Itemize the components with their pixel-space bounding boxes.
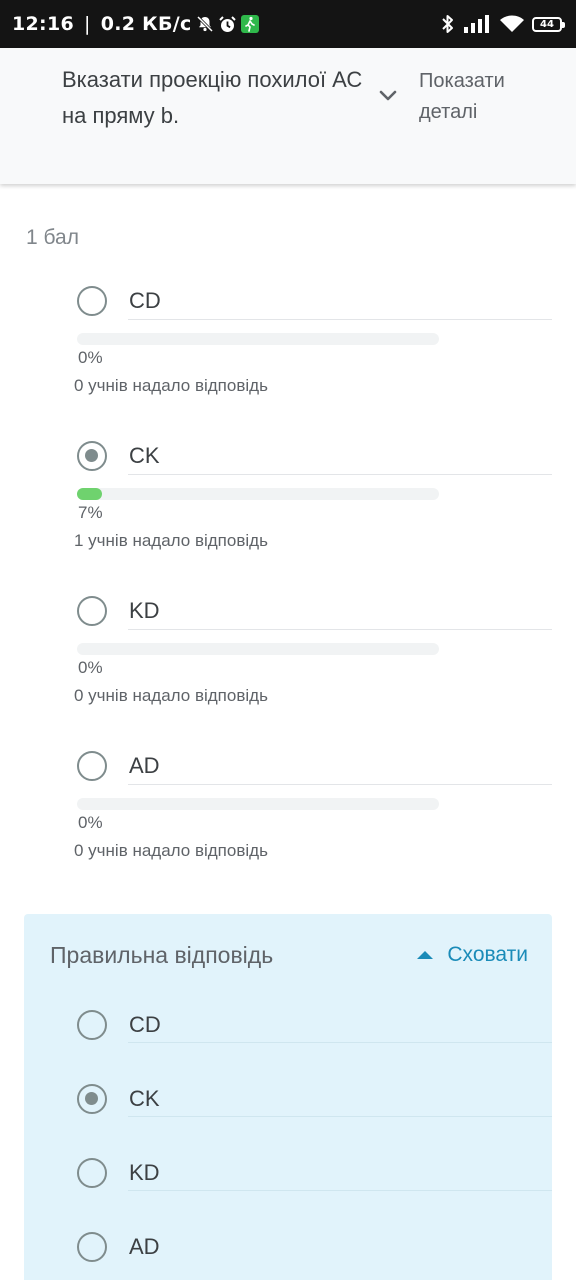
percent-text: 0%: [78, 813, 103, 832]
option-label: CD: [129, 288, 161, 313]
correct-answer-panel: Правильна відповідь Сховати CD CK KD AD: [24, 914, 552, 1280]
option-divider: [128, 1042, 552, 1043]
radio-button: [77, 596, 107, 626]
option-label: KD: [129, 1160, 160, 1185]
signal-icon: [464, 15, 492, 33]
network-speed: 0.2 КБ/с: [100, 13, 192, 35]
option-result-kd: KD 0% 0 учнів надало відповідь: [0, 594, 576, 744]
answer-option-ck: CK: [24, 1064, 552, 1138]
show-details-button[interactable]: Показати деталі: [419, 66, 549, 128]
option-divider: [128, 474, 552, 475]
radio-button: [77, 1158, 107, 1188]
points-label: 1 бал: [26, 226, 79, 249]
radio-button: [77, 751, 107, 781]
option-label: CD: [129, 1012, 161, 1037]
wifi-icon: [500, 15, 524, 33]
option-divider: [128, 1116, 552, 1117]
option-label: CK: [129, 443, 160, 468]
bluetooth-icon: [440, 14, 456, 34]
question-header: Вказати проекцію похилої АС на пряму b. …: [0, 48, 576, 184]
option-label: AD: [129, 753, 160, 778]
status-time: 12:16: [12, 13, 74, 35]
response-count: 0 учнів надало відповідь: [74, 841, 268, 860]
percent-text: 0%: [78, 658, 103, 677]
response-count: 0 учнів надало відповідь: [74, 686, 268, 705]
progress-bar: [77, 643, 439, 655]
hide-label: Сховати: [447, 943, 528, 966]
battery-icon: 44: [532, 16, 565, 32]
caret-up-icon: [417, 951, 434, 959]
radio-button: [77, 1232, 107, 1262]
option-result-cd: CD 0% 0 учнів надало відповідь: [0, 284, 576, 434]
answer-option-cd: CD: [24, 990, 552, 1064]
status-bar: 12:16 | 0.2 КБ/с 44: [0, 0, 576, 48]
radio-button: [77, 286, 107, 316]
option-result-ad: AD 0% 0 учнів надало відповідь: [0, 749, 576, 899]
radio-button: [77, 1010, 107, 1040]
question-title: Вказати проекцію похилої АС на пряму b.: [62, 67, 363, 128]
status-separator: |: [83, 13, 91, 35]
answer-option-kd: KD: [24, 1138, 552, 1212]
hide-button[interactable]: Сховати: [417, 943, 528, 967]
option-label: CK: [129, 1086, 160, 1111]
response-count: 1 учнів надало відповідь: [74, 531, 268, 550]
percent-text: 7%: [78, 503, 103, 522]
option-divider: [128, 1190, 552, 1191]
correct-answer-title: Правильна відповідь: [50, 942, 274, 968]
progress-fill: [77, 488, 102, 500]
battery-level: 44: [540, 18, 554, 30]
option-label: KD: [129, 598, 160, 623]
progress-bar: [77, 333, 439, 345]
option-divider: [128, 319, 552, 320]
answer-option-ad: AD: [24, 1212, 552, 1286]
option-label: AD: [129, 1234, 160, 1259]
option-result-ck: CK 7% 1 учнів надало відповідь: [0, 439, 576, 589]
radio-button-selected: [77, 1084, 107, 1114]
alarm-icon: [218, 15, 237, 34]
radio-button-selected: [77, 441, 107, 471]
option-divider: [128, 629, 552, 630]
progress-bar: [77, 798, 439, 810]
activity-walk-icon: [240, 15, 259, 33]
chevron-down-icon[interactable]: [376, 84, 400, 108]
option-divider: [128, 784, 552, 785]
progress-bar: [77, 488, 439, 500]
percent-text: 0%: [78, 348, 103, 367]
response-count: 0 учнів надало відповідь: [74, 376, 268, 395]
bell-muted-icon: [196, 15, 214, 33]
